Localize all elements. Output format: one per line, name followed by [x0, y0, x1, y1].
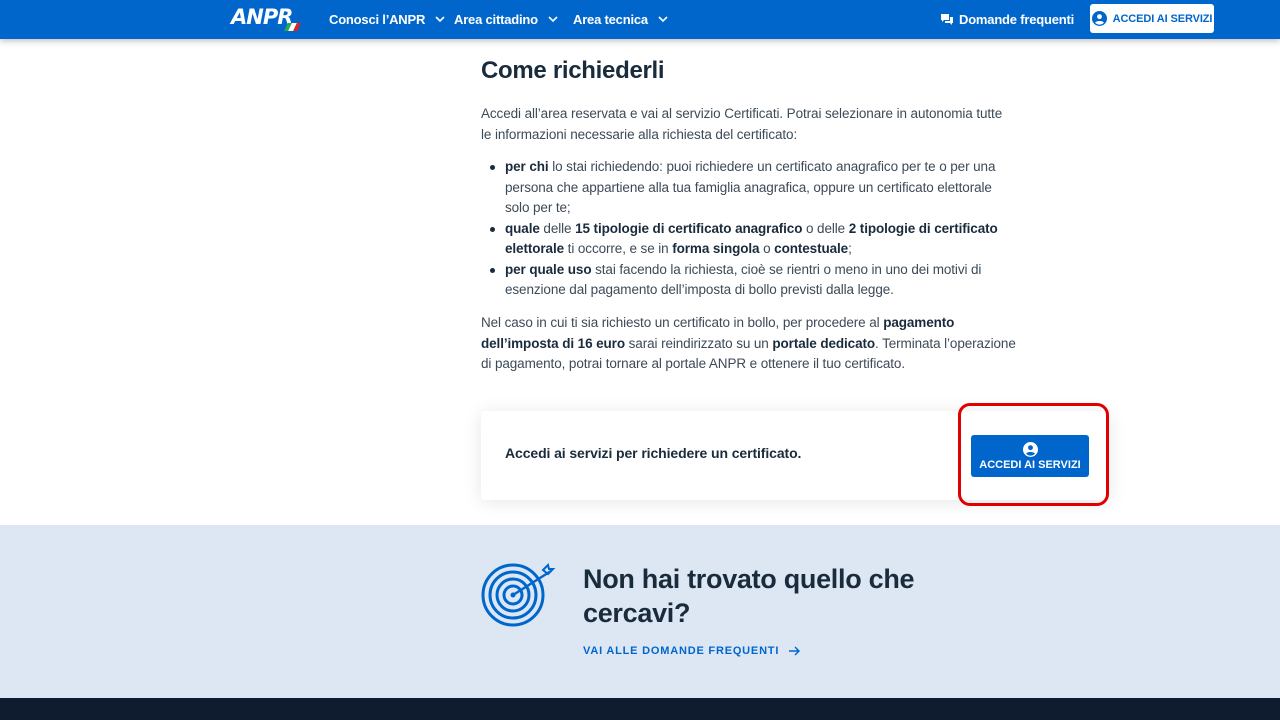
access-services-button[interactable]: ACCEDI AI SERVIZI [971, 435, 1089, 477]
payment-paragraph: Nel caso in cui ti sia richiesto un cert… [481, 315, 1016, 371]
header-access-services-label: ACCEDI AI SERVIZI [1112, 12, 1213, 25]
chevron-down-icon [548, 16, 558, 23]
chevron-down-icon [658, 16, 668, 23]
faq-band-title: Non hai trovato quello che cercavi? [583, 564, 915, 628]
section-heading: Come richiederli [481, 57, 665, 84]
italian-flag-icon [284, 23, 302, 31]
user-circle-icon [1022, 441, 1038, 457]
list-item: per quale uso stai facendo la richiesta,… [481, 260, 1016, 301]
card-text: Accedi ai servizi per richiedere un cert… [505, 445, 802, 461]
chat-bubbles-icon [941, 14, 953, 25]
nav-area-cittadino-label: Area cittadino [454, 12, 538, 27]
access-services-label: ACCEDI AI SERVIZI [979, 458, 1081, 471]
header-access-services-button[interactable]: ACCEDI AI SERVIZI [1090, 4, 1214, 33]
nav-area-tecnica-label: Area tecnica [573, 12, 648, 27]
access-services-card: Accedi ai servizi per richiedere un cert… [481, 411, 1109, 500]
nav-conosci-anpr[interactable]: Conosci l’ANPR [329, 0, 445, 39]
nav-area-tecnica[interactable]: Area tecnica [573, 0, 668, 39]
list-item: per chi lo stai richiedendo: puoi richie… [481, 157, 1016, 219]
chevron-down-icon [435, 16, 445, 23]
requirements-list: per chi lo stai richiedendo: puoi richie… [481, 157, 1016, 301]
logo-text: ANPR [231, 5, 293, 29]
user-circle-icon [1091, 11, 1107, 26]
anpr-logo[interactable]: ANPR [231, 5, 302, 33]
intro-paragraph: Accedi all’area reservata e vai al servi… [481, 106, 1003, 142]
target-icon [481, 563, 556, 627]
nav-area-cittadino[interactable]: Area cittadino [454, 0, 558, 39]
faq-band-link-label: VAI ALLE DOMANDE FREQUENTI [583, 645, 780, 657]
list-item: quale delle 15 tipologie di certificato … [481, 219, 1016, 260]
top-header: ANPR Conosci l’ANPR Area cittadino Area … [0, 0, 1280, 39]
arrow-right-icon [789, 646, 801, 656]
faq-link-label: Domande frequenti [959, 12, 1075, 27]
faq-band-link[interactable]: VAI ALLE DOMANDE FREQUENTI [583, 645, 801, 657]
nav-conosci-anpr-label: Conosci l’ANPR [329, 12, 426, 27]
page-footer [0, 698, 1280, 720]
faq-link[interactable]: Domande frequenti [941, 0, 1074, 39]
